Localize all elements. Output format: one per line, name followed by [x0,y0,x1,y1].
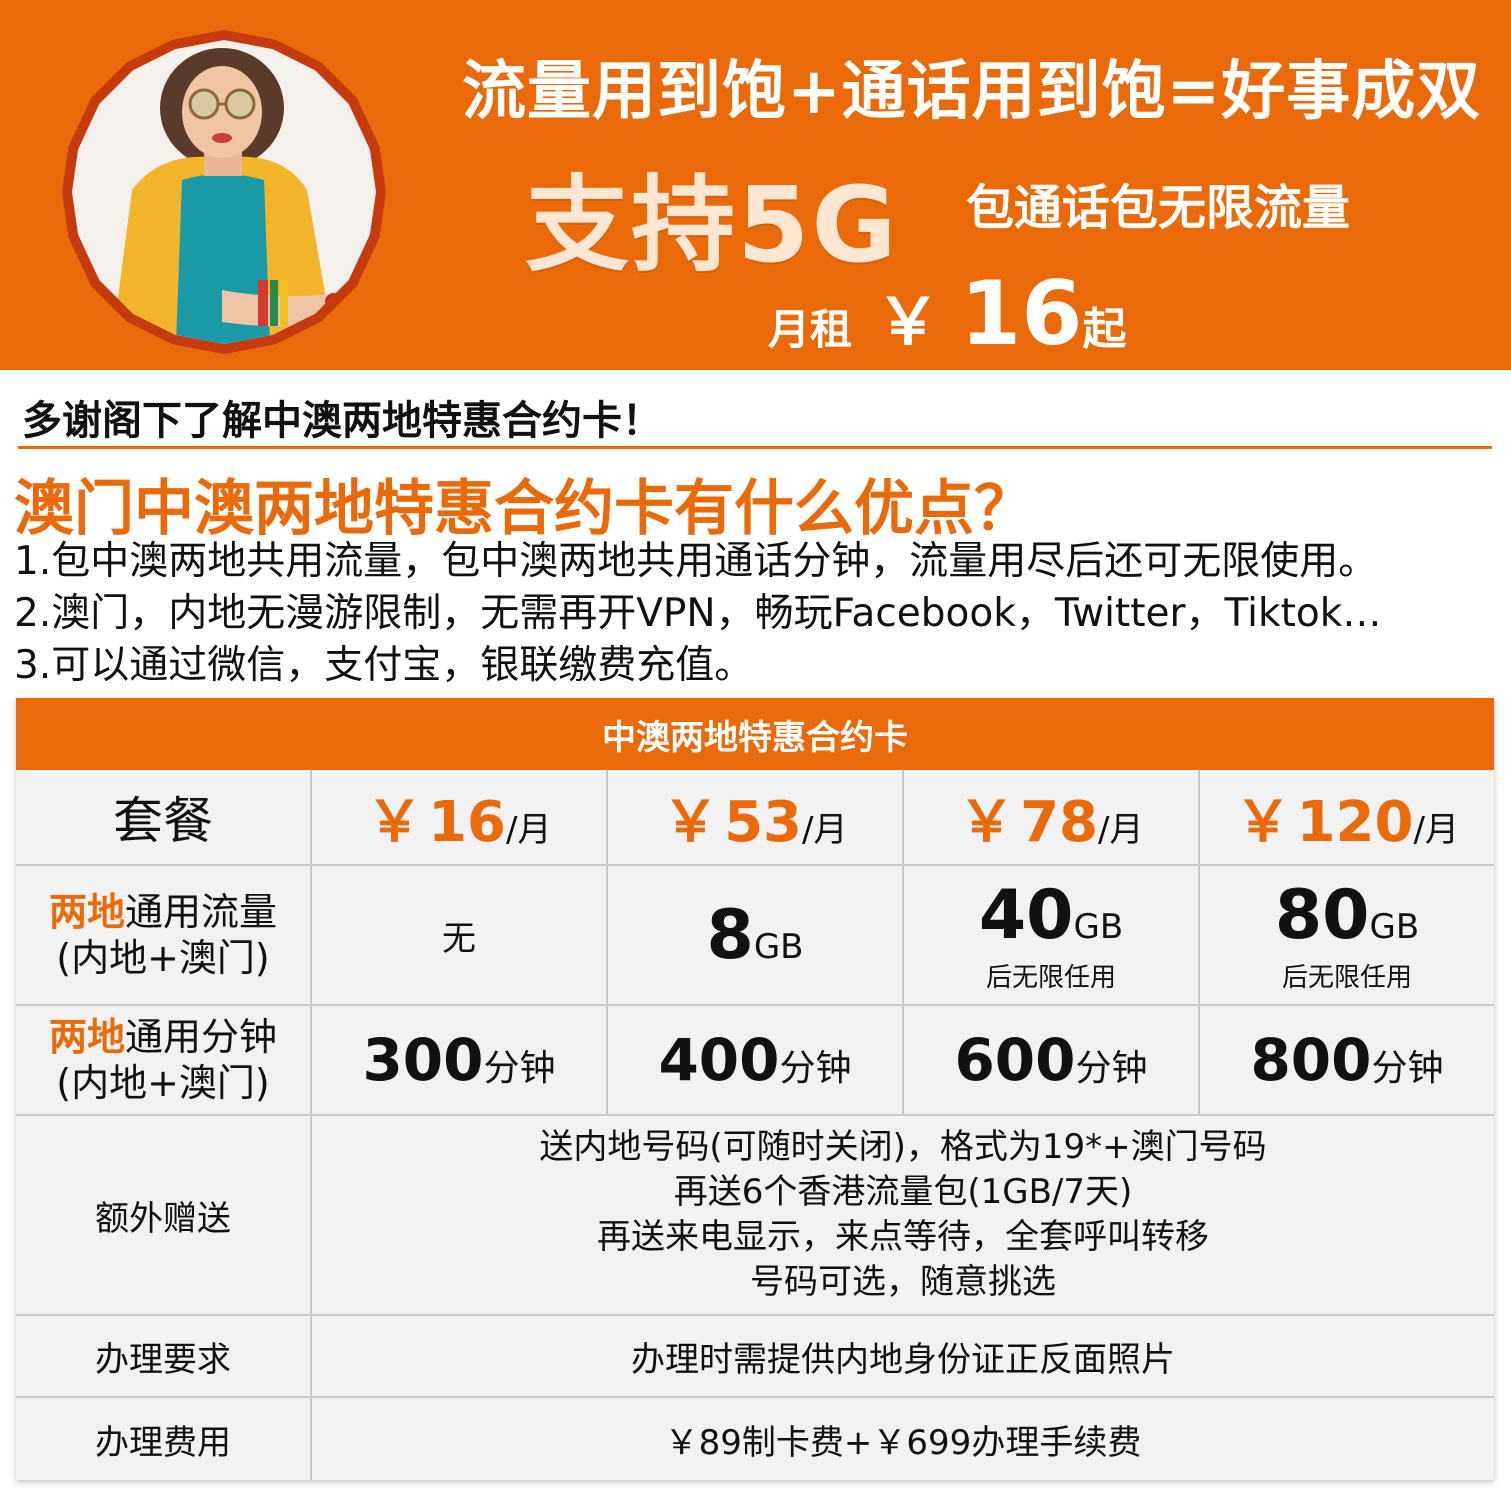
data-unit: GB [1369,907,1420,947]
data-label-cell: 两地通用流量 (内地+澳门) [16,866,312,1006]
gift-line: 号码可选，随意挑选 [750,1262,1056,1302]
data-value-cell: 8GB [608,866,904,1006]
plan-price: 78 [1020,789,1099,855]
advantage-item-3: 3.可以通过微信，支付宝，银联缴费充值。 [14,643,754,688]
model-illustration [112,48,372,344]
plan-unit: /月 [506,809,552,850]
banner-sub-tag: 包通话包无限流量 [966,180,1351,236]
plan-unit: /月 [802,809,848,850]
model-photo [72,40,376,344]
plan-unit: /月 [1413,809,1459,850]
minutes-value: 300 [362,1026,484,1094]
minutes-value-cell: 600分钟 [904,1006,1200,1116]
gift-label-cell: 额外赠送 [16,1116,312,1316]
minutes-label-sub: (内地+澳门) [56,1061,270,1105]
price-value: 16 [960,262,1083,365]
gift-line: 再送6个香港流量包(1GB/7天) [673,1172,1133,1212]
banner-headline: 流量用到饱+通话用到饱=好事成双 [462,55,1482,129]
minutes-label-highlight: 两地 [48,1015,125,1059]
model-photo-frame [62,30,386,354]
gift-value-cell: 送内地号码(可随时关闭)，格式为19*+澳门号码 再送6个香港流量包(1GB/7… [312,1116,1494,1316]
data-value: 8 [706,895,754,975]
data-value: 40 [978,876,1074,955]
plan-currency: ￥ [958,789,1015,855]
price-suffix: 起 [1082,304,1127,355]
advantages-list: 1.包中澳两地共用流量，包中澳两地共用通话分钟，流量用尽后还可无限使用。 2.澳… [14,536,1381,692]
gift-line: 送内地号码(可随时关闭)，格式为19*+澳门号码 [539,1127,1267,1167]
data-unit: GB [753,926,804,967]
banner-price: 月租 ￥ 16起 [768,262,1126,365]
plan-price-cell: ￥ 53/月 [608,770,904,866]
data-note: 后无限任用 [985,963,1116,993]
data-value-cell: 40GB 后无限任用 [904,866,1200,1006]
plan-price-cell: ￥ 16/月 [312,770,608,866]
requirement-label-cell: 办理要求 [16,1316,312,1398]
advantages-title: 澳门中澳两地特惠合约卡有什么优点？ [14,474,1034,544]
data-value: 无 [442,918,476,959]
promo-banner: 流量用到饱+通话用到饱=好事成双 支持5G 包通话包无限流量 月租 ￥ 16起 [0,0,1511,370]
plan-price: 120 [1296,789,1414,855]
data-unit: GB [1073,907,1124,947]
advantage-item-2: 2.澳门，内地无漫游限制，无需再开VPN，畅玩Facebook，Twitter，… [14,591,1382,636]
data-label-text: 通用流量 [125,890,278,934]
plan-currency: ￥ [366,789,423,855]
gift-line: 再送来电显示，来点等待，全套呼叫转移 [597,1217,1209,1257]
plan-price: 53 [724,789,803,855]
plan-price-cell: ￥ 120/月 [1200,770,1494,866]
fee-label: 办理费用 [95,1422,231,1463]
plan-table: 中澳两地特惠合约卡 套餐 ￥ 16/月 ￥ 53/月 ￥ 78/月 ￥ 120/… [16,698,1494,1480]
minutes-value-cell: 400分钟 [608,1006,904,1116]
data-label-sub: (内地+澳门) [56,936,270,980]
advantage-item-1: 1.包中澳两地共用流量，包中澳两地共用通话分钟，流量用尽后还可无限使用。 [14,539,1378,584]
fee-label-cell: 办理费用 [16,1398,312,1480]
minutes-unit: 分钟 [1371,1048,1444,1089]
thanks-text: 多谢阁下了解中澳两地特惠合约卡！ [22,398,662,444]
section-divider [18,446,1492,449]
table-title: 中澳两地特惠合约卡 [16,698,1494,770]
requirement-label: 办理要求 [95,1339,231,1380]
gift-label: 额外赠送 [95,1198,231,1239]
minutes-unit: 分钟 [483,1048,556,1089]
plan-label-cell: 套餐 [16,770,312,866]
minutes-value: 400 [658,1026,780,1094]
data-note: 后无限任用 [1281,963,1412,993]
minutes-value-cell: 300分钟 [312,1006,608,1116]
minutes-unit: 分钟 [1075,1048,1148,1089]
data-value: 80 [1274,876,1370,955]
minutes-label-cell: 两地通用分钟 (内地+澳门) [16,1006,312,1116]
requirement-value-cell: 办理时需提供内地身份证正反面照片 [312,1316,1494,1398]
rent-label: 月租 [768,305,853,354]
fee-value: ￥89制卡费+￥699办理手续费 [664,1422,1142,1463]
currency-symbol: ￥ [876,286,941,360]
fee-value-cell: ￥89制卡费+￥699办理手续费 [312,1398,1494,1480]
data-label-highlight: 两地 [48,890,125,934]
plan-label: 套餐 [113,792,213,850]
requirement-value: 办理时需提供内地身份证正反面照片 [631,1339,1175,1380]
data-value-cell: 无 [312,866,608,1006]
minutes-label-text: 通用分钟 [125,1015,278,1059]
plan-currency: ￥ [662,789,719,855]
minutes-value-cell: 800分钟 [1200,1006,1494,1116]
plan-currency: ￥ [1235,789,1292,855]
minutes-value: 600 [954,1026,1076,1094]
plan-unit: /月 [1098,809,1144,850]
plan-price-cell: ￥ 78/月 [904,770,1200,866]
minutes-value: 800 [1250,1026,1372,1094]
plan-price: 16 [428,789,507,855]
minutes-unit: 分钟 [779,1048,852,1089]
data-value-cell: 80GB 后无限任用 [1200,866,1494,1006]
